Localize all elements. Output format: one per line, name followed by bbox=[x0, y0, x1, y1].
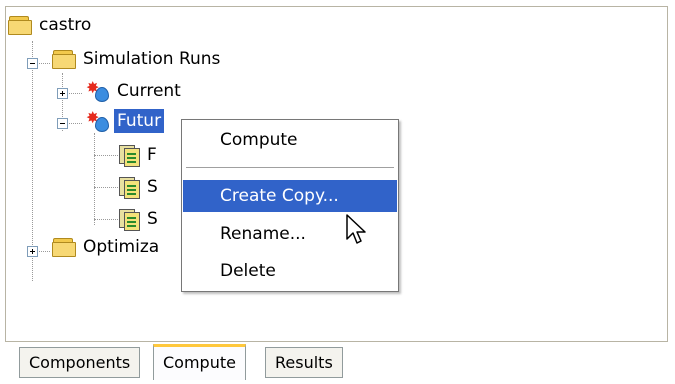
menu-item-delete[interactable]: Delete bbox=[183, 255, 397, 287]
tree-node-label: Optimiza bbox=[83, 237, 160, 257]
tree-connector bbox=[32, 41, 33, 281]
tree-node-label: F bbox=[147, 145, 157, 165]
context-menu: Compute Create Copy... Rename... Delete bbox=[181, 119, 399, 292]
tree-connector bbox=[94, 155, 118, 156]
tree-connector bbox=[94, 133, 95, 225]
tree-node-child[interactable]: F bbox=[118, 141, 160, 169]
simulation-run-icon: ✸ bbox=[86, 110, 110, 132]
tree-node-label: S bbox=[147, 209, 158, 229]
tree-node-optimization[interactable]: Optimiza bbox=[52, 233, 162, 261]
tree-node-label: castro bbox=[39, 15, 92, 35]
tree-node-future[interactable]: ✸ Futur bbox=[86, 107, 165, 135]
menu-separator bbox=[186, 167, 394, 169]
tree-node-child[interactable]: S bbox=[118, 205, 161, 233]
document-icon bbox=[118, 144, 140, 167]
tree-node-label: Current bbox=[117, 81, 181, 101]
simulation-run-icon: ✸ bbox=[86, 80, 110, 102]
tree-connector bbox=[94, 219, 118, 220]
menu-item-compute[interactable]: Compute bbox=[183, 124, 397, 156]
document-icon bbox=[118, 176, 140, 199]
tree-connector bbox=[94, 187, 118, 188]
folder-icon bbox=[52, 238, 76, 257]
folder-icon bbox=[52, 50, 76, 69]
document-icon bbox=[118, 208, 140, 231]
expand-icon[interactable] bbox=[57, 88, 68, 99]
folder-icon bbox=[8, 16, 32, 35]
menu-item-create-copy[interactable]: Create Copy... bbox=[183, 180, 397, 212]
mouse-cursor-icon bbox=[346, 214, 366, 244]
tab-components[interactable]: Components bbox=[19, 347, 141, 378]
tab-results[interactable]: Results bbox=[265, 347, 343, 378]
tree-node-simulation-runs[interactable]: Simulation Runs bbox=[52, 45, 223, 73]
tree-node-current[interactable]: ✸ Current bbox=[86, 77, 184, 105]
expand-icon[interactable] bbox=[27, 246, 38, 257]
tree-node-child[interactable]: S bbox=[118, 173, 161, 201]
tree-node-root[interactable]: castro bbox=[8, 11, 94, 39]
collapse-icon[interactable] bbox=[57, 118, 68, 129]
tab-compute[interactable]: Compute bbox=[153, 344, 246, 380]
tree-node-label: Futur bbox=[114, 109, 165, 133]
collapse-icon[interactable] bbox=[27, 58, 38, 69]
tree-node-label: Simulation Runs bbox=[83, 49, 221, 69]
tree-node-label: S bbox=[147, 177, 158, 197]
